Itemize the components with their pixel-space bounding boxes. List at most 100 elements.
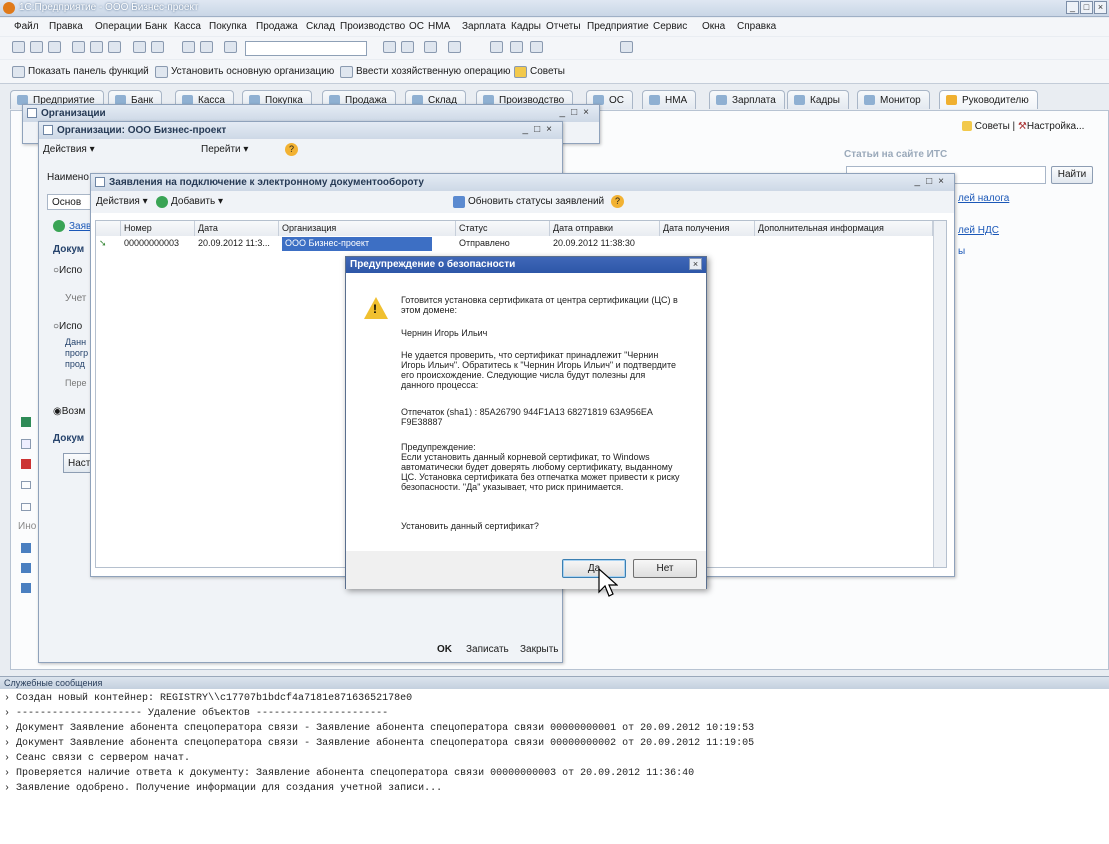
actions-menu[interactable]: Действия ▾ (96, 196, 148, 207)
menu-purchase[interactable]: Покупка (209, 21, 247, 32)
menu-cash[interactable]: Касса (174, 21, 201, 32)
settings-link[interactable]: Настройка... (1027, 121, 1085, 132)
menu-personnel[interactable]: Кадры (511, 21, 541, 32)
green-doc-icon[interactable] (21, 417, 31, 427)
message-line: › Создан новый контейнер: REGISTRY\\c177… (4, 693, 413, 704)
preview-icon[interactable] (151, 41, 164, 53)
tab-nma[interactable]: НМА (642, 90, 697, 109)
app-title: 1С:Предприятие - ООО Бизнес-проект (19, 2, 199, 13)
doc-icon[interactable] (21, 481, 31, 489)
search-icon[interactable] (224, 41, 237, 53)
cut-icon[interactable] (72, 41, 85, 53)
menu-enterprise[interactable]: Предприятие (587, 21, 649, 32)
window-controls[interactable]: _□× (915, 176, 950, 187)
help-icon[interactable]: ? (285, 143, 298, 156)
right-tips-link[interactable]: Советы | ⚒Настройка... (962, 121, 1084, 132)
tab-main[interactable]: Основ (47, 194, 91, 210)
applications-link[interactable]: Заяв (69, 221, 91, 232)
column-header-status[interactable]: Статус (456, 221, 550, 236)
menu-help[interactable]: Справка (737, 21, 776, 32)
radio-possible[interactable]: ◉Возм (53, 406, 85, 417)
add-button[interactable]: Добавить ▾ (171, 196, 223, 207)
doc-icon[interactable] (21, 439, 31, 449)
minimize-icon[interactable]: _ (1066, 1, 1079, 14)
tips-icon[interactable] (620, 41, 633, 53)
enter-operation-button[interactable]: Ввести хозяйственную операцию (356, 66, 510, 77)
window-controls: _ □ × (1066, 1, 1107, 14)
menu-os[interactable]: ОС (409, 21, 424, 32)
menu-sales[interactable]: Продажа (256, 21, 298, 32)
column-header-sent[interactable]: Дата отправки (550, 221, 660, 236)
menu-edit[interactable]: Правка (49, 21, 83, 32)
find-prev-icon[interactable] (401, 41, 414, 53)
salary-icon (716, 95, 727, 105)
column-header-date[interactable]: Дата (195, 221, 279, 236)
menu-production[interactable]: Производство (340, 21, 405, 32)
set-org-button[interactable]: Установить основную организацию (171, 66, 334, 77)
calendar-icon[interactable] (490, 41, 503, 53)
menu-service[interactable]: Сервис (653, 21, 687, 32)
radio-use-2[interactable]: ○Испо (53, 321, 82, 332)
tab-monitor[interactable]: Монитор (857, 90, 930, 109)
maximize-icon[interactable]: □ (1080, 1, 1093, 14)
report-icon[interactable] (21, 543, 31, 553)
warning-icon (946, 95, 957, 105)
new-icon[interactable] (12, 41, 25, 53)
window-controls[interactable]: _□× (523, 124, 558, 135)
actions-menu[interactable]: Действия ▾ (43, 144, 95, 155)
table-icon[interactable] (530, 41, 543, 53)
refresh-status-button[interactable]: Обновить статусы заявлений (468, 196, 604, 207)
menu-bank[interactable]: Банк (145, 21, 167, 32)
find-button[interactable]: Найти (1051, 166, 1093, 184)
info-icon[interactable] (448, 41, 461, 53)
tab-personnel[interactable]: Кадры (787, 90, 849, 109)
column-header-org[interactable]: Организация (279, 221, 456, 236)
calc-icon[interactable] (510, 41, 523, 53)
doc-icon[interactable] (21, 503, 31, 511)
show-panel-button[interactable]: Показать панель функций (28, 66, 149, 77)
menu-salary[interactable]: Зарплата (462, 21, 506, 32)
security-warning-dialog: Предупреждение о безопасности × ! Готови… (345, 256, 707, 589)
go-menu[interactable]: Перейти ▾ (201, 144, 248, 155)
find-next-icon[interactable] (383, 41, 396, 53)
search-input[interactable] (245, 41, 367, 56)
extra-link[interactable]: ы (958, 246, 965, 257)
vat-link[interactable]: лей НДС (958, 225, 999, 236)
column-header-number[interactable]: Номер (121, 221, 195, 236)
ok-button[interactable]: OK (437, 644, 452, 655)
kt-icon[interactable] (21, 459, 31, 469)
menu-nma[interactable]: НМА (428, 21, 450, 32)
report-icon[interactable] (21, 563, 31, 573)
menu-operations[interactable]: Операции (95, 21, 142, 32)
redo-icon[interactable] (200, 41, 213, 53)
menu-file[interactable]: Файл (14, 21, 39, 32)
paste-icon[interactable] (108, 41, 121, 53)
menu-reports[interactable]: Отчеты (546, 21, 581, 32)
org-icon (155, 66, 168, 78)
tab-director[interactable]: Руководителю (939, 90, 1038, 109)
menu-warehouse[interactable]: Склад (306, 21, 335, 32)
no-button[interactable]: Нет (633, 559, 697, 578)
doc-icon[interactable] (424, 41, 437, 53)
report-icon[interactable] (21, 583, 31, 593)
radio-use-1[interactable]: ○Испо (53, 265, 82, 276)
save-button[interactable]: Записать (466, 644, 509, 655)
open-icon[interactable] (30, 41, 43, 53)
column-header-received[interactable]: Дата получения (660, 221, 755, 236)
menu-windows[interactable]: Окна (702, 21, 725, 32)
print-icon[interactable] (133, 41, 146, 53)
save-icon[interactable] (48, 41, 61, 53)
tips-button[interactable]: Советы (530, 66, 565, 77)
close-button[interactable]: Закрыть (520, 644, 559, 655)
close-icon[interactable]: × (1094, 1, 1107, 14)
close-icon[interactable]: × (689, 258, 702, 270)
tax-link[interactable]: лей налога (958, 193, 1009, 204)
help-icon[interactable]: ? (611, 195, 624, 208)
settings-button[interactable]: Наст (63, 453, 93, 473)
window-controls[interactable]: _□× (560, 107, 595, 118)
undo-icon[interactable] (182, 41, 195, 53)
column-header-info[interactable]: Дополнительная информация (755, 221, 933, 236)
table-scrollbar[interactable] (933, 221, 946, 567)
copy-icon[interactable] (90, 41, 103, 53)
tab-salary[interactable]: Зарплата (709, 90, 785, 109)
